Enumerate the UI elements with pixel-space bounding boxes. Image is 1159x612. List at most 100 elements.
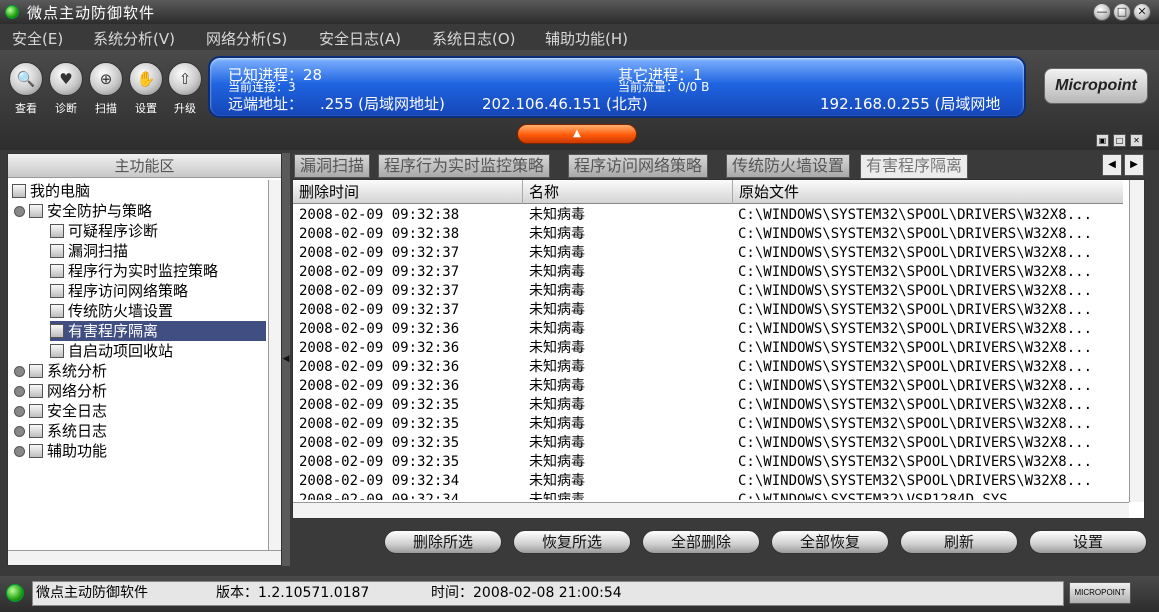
tree-group-network-analysis[interactable]: 网络分析: [14, 381, 107, 401]
cell-delete-time: 2008-02-09 09:32:37: [299, 245, 460, 261]
network-icon: [29, 384, 43, 398]
refresh-button[interactable]: 刷新: [900, 530, 1018, 554]
cell-name: 未知病毒: [529, 245, 585, 261]
tree-group-security-policy[interactable]: 安全防护与策略: [14, 201, 152, 221]
cell-original-file: C:\WINDOWS\SYSTEM32\VSP1284D.SYS: [738, 492, 1008, 500]
tab-firewall[interactable]: 传统防火墙设置: [726, 154, 851, 178]
tree-item-network-access-policy[interactable]: 程序访问网络策略: [50, 281, 188, 301]
panel-splitter[interactable]: ◀: [282, 153, 290, 566]
cell-name: 未知病毒: [529, 302, 585, 318]
scan-button[interactable]: ⊕ 扫描: [86, 62, 126, 116]
list-horizontal-scrollbar[interactable]: [293, 502, 1129, 518]
quarantine-icon: [50, 324, 64, 338]
tree-item-suspicious-diagnosis[interactable]: 可疑程序诊断: [50, 221, 158, 241]
tree-item-label: 漏洞扫描: [68, 242, 129, 260]
tree-group-system-log[interactable]: 系统日志: [14, 421, 107, 441]
upgrade-button[interactable]: ⇧ 升级: [165, 62, 205, 116]
cell-delete-time: 2008-02-09 09:32:35: [299, 454, 460, 470]
tree-item-label: 程序行为实时监控策略: [68, 262, 219, 280]
close-button[interactable]: ✕: [1133, 3, 1151, 21]
tab-network-access[interactable]: 程序访问网络策略: [568, 154, 709, 178]
micropoint-logo: Micropoint: [1044, 68, 1148, 104]
app-window: 微点主动防御软件 — □ ✕ 安全(E) 系统分析(V) 网络分析(S) 安全日…: [0, 0, 1159, 612]
cell-delete-time: 2008-02-09 09:32:35: [299, 416, 460, 432]
cell-delete-time: 2008-02-09 09:32:36: [299, 359, 460, 375]
cell-delete-time: 2008-02-09 09:32:34: [299, 492, 460, 500]
minimize-button[interactable]: —: [1093, 3, 1111, 21]
settings-label: 设置: [135, 102, 157, 115]
menu-aux[interactable]: 辅助功能(H): [545, 28, 628, 49]
settings-button[interactable]: ✋ 设置: [126, 62, 166, 116]
cell-delete-time: 2008-02-09 09:32:36: [299, 321, 460, 337]
close-icon[interactable]: ✕: [1130, 134, 1143, 147]
tree-item-behavior-monitor[interactable]: 程序行为实时监控策略: [50, 261, 218, 281]
cell-name: 未知病毒: [529, 207, 585, 223]
cell-original-file: C:\WINDOWS\SYSTEM32\SPOOL\DRIVERS\W32X8.…: [738, 340, 1093, 356]
diagnose-label: 诊断: [55, 102, 77, 115]
sidebar-header: 主功能区: [8, 154, 281, 178]
restore-selected-button[interactable]: 恢复所选: [513, 530, 631, 554]
delete-all-button[interactable]: 全部删除: [642, 530, 760, 554]
maximize-button[interactable]: □: [1113, 3, 1131, 21]
view-button[interactable]: 🔍 查看: [6, 62, 46, 116]
tab-behavior-monitor[interactable]: 程序行为实时监控策略: [378, 154, 551, 178]
tab-vulnerability-scan[interactable]: 漏洞扫描: [294, 154, 371, 178]
column-original-file[interactable]: 原始文件: [733, 180, 1123, 204]
tree-item-label: 可疑程序诊断: [68, 222, 159, 240]
cell-original-file: C:\WINDOWS\SYSTEM32\SPOOL\DRIVERS\W32X8.…: [738, 321, 1093, 337]
maximize-icon[interactable]: □: [1113, 134, 1126, 147]
tree-item-vulnerability-scan[interactable]: 漏洞扫描: [50, 241, 128, 261]
view-label: 查看: [15, 102, 37, 115]
cell-delete-time: 2008-02-09 09:32:36: [299, 378, 460, 394]
tree-group-security-log[interactable]: 安全日志: [14, 401, 107, 421]
settings-action-button[interactable]: 设置: [1029, 530, 1147, 554]
tree-root-my-computer[interactable]: 我的电脑: [12, 181, 90, 201]
column-delete-time[interactable]: 删除时间: [293, 180, 523, 204]
tools-icon: [29, 444, 43, 458]
cell-delete-time: 2008-02-09 09:32:35: [299, 435, 460, 451]
tree-root-label: 我的电脑: [30, 182, 91, 200]
restore-icon[interactable]: ▣: [1096, 134, 1109, 147]
remote-address-2: 202.106.46.151 (北京): [482, 95, 648, 113]
micropoint-badge: MICROPOINT: [1069, 582, 1131, 604]
diagnose-button[interactable]: ♥ 诊断: [46, 62, 86, 116]
remote-address-1: .255 (局域网地址): [320, 95, 445, 113]
delete-selected-button[interactable]: 删除所选: [384, 530, 502, 554]
tree-item-label: 有害程序隔离: [68, 322, 159, 340]
cell-name: 未知病毒: [529, 340, 585, 356]
expand-icon: [14, 426, 25, 437]
collapse-panel-button[interactable]: ▲: [517, 124, 637, 144]
status-app-name: 微点主动防御软件: [36, 585, 148, 601]
cell-original-file: C:\WINDOWS\SYSTEM32\SPOOL\DRIVERS\W32X8.…: [738, 359, 1093, 375]
tab-quarantine[interactable]: 有害程序隔离: [860, 154, 969, 179]
cell-name: 未知病毒: [529, 283, 585, 299]
menu-security-log[interactable]: 安全日志(A): [319, 28, 401, 49]
cell-delete-time: 2008-02-09 09:32:37: [299, 264, 460, 280]
action-bar: 删除所选 恢复所选 全部删除 全部恢复 刷新 设置: [292, 520, 1147, 566]
tree-item-firewall-settings[interactable]: 传统防火墙设置: [50, 301, 173, 321]
menu-network-analysis[interactable]: 网络分析(S): [206, 28, 287, 49]
tree-item-startup-recycle[interactable]: 自启动项回收站: [50, 341, 173, 361]
magnifier-icon: 🔍: [9, 62, 43, 96]
tree-item-quarantine[interactable]: 有害程序隔离: [50, 321, 266, 341]
menu-system-analysis[interactable]: 系统分析(V): [93, 28, 175, 49]
heart-icon: ♥: [49, 62, 83, 96]
expand-icon: [14, 386, 25, 397]
column-name[interactable]: 名称: [523, 180, 733, 204]
tree-item-label: 传统防火墙设置: [68, 302, 174, 320]
tab-scroll-right[interactable]: ▶: [1124, 154, 1144, 176]
title-bar: 微点主动防御软件 — □ ✕: [0, 0, 1159, 24]
tree-group-system-analysis[interactable]: 系统分析: [14, 361, 107, 381]
menu-security[interactable]: 安全(E): [12, 28, 63, 49]
restore-all-button[interactable]: 全部恢复: [771, 530, 889, 554]
tab-scroll-left[interactable]: ◀: [1102, 154, 1122, 176]
sidebar-horizontal-scrollbar[interactable]: [8, 550, 281, 565]
expand-icon: [14, 366, 25, 377]
cell-original-file: C:\WINDOWS\SYSTEM32\SPOOL\DRIVERS\W32X8.…: [738, 226, 1093, 242]
tree-group-aux-functions[interactable]: 辅助功能: [14, 441, 107, 461]
recycle-icon: [50, 344, 64, 358]
menu-system-log[interactable]: 系统日志(O): [432, 28, 516, 49]
diagnosis-icon: [50, 224, 64, 238]
list-vertical-scrollbar[interactable]: [1129, 180, 1144, 502]
sidebar-vertical-scrollbar[interactable]: [268, 180, 281, 550]
